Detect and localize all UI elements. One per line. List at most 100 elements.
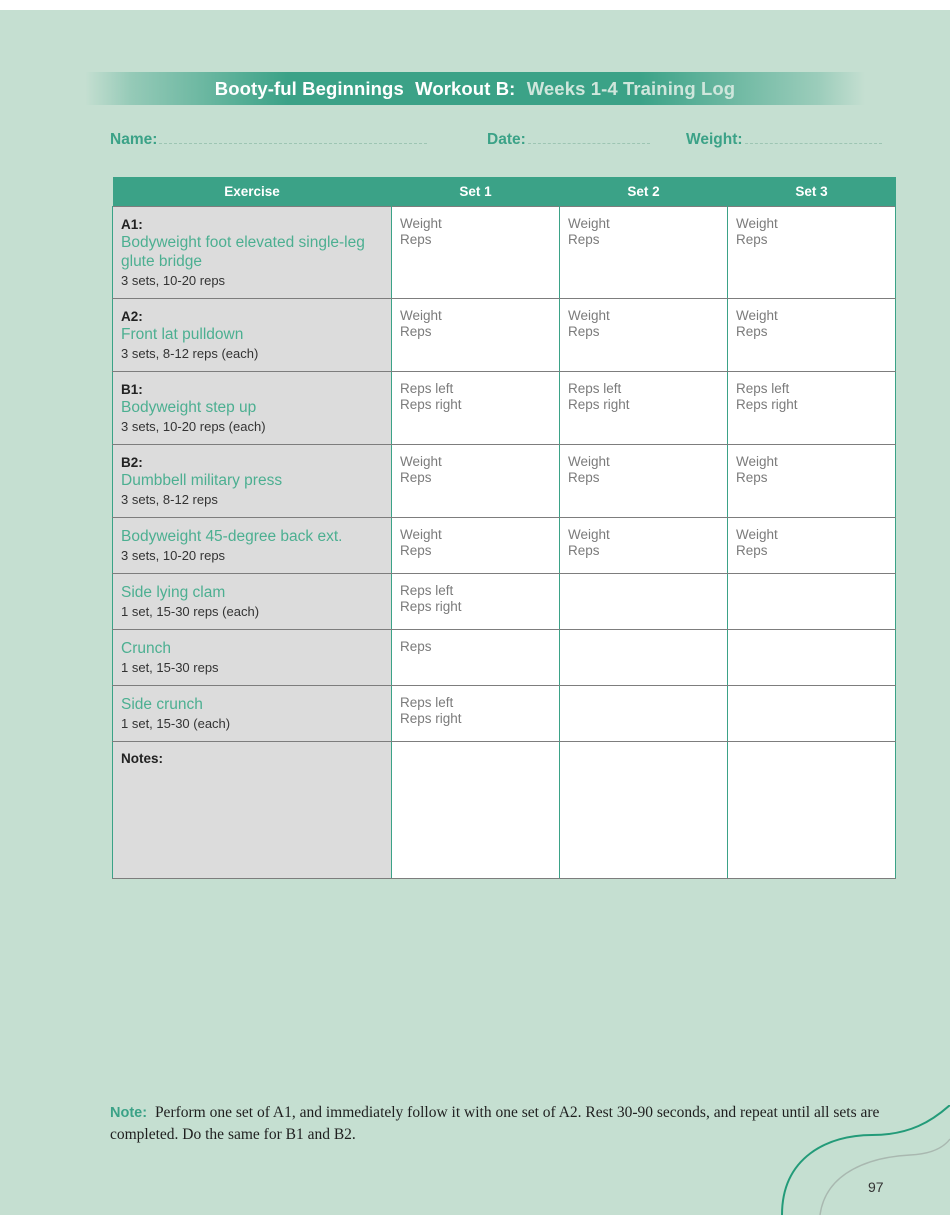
training-log-table: Exercise Set 1 Set 2 Set 3 A1: Bodyweight… [112, 177, 896, 879]
table-row: Side crunch 1 set, 15-30 (each) Reps left R… [112, 685, 896, 742]
date-field[interactable]: Date: [487, 130, 650, 149]
exercise-cell: B1: Bodyweight step up 3 sets, 10-20 reps … [112, 371, 392, 445]
exercise-prescription: 1 set, 15-30 (each) [121, 716, 231, 731]
entry-slot-label: Weight [568, 527, 610, 542]
notes-set-1-cell[interactable] [391, 741, 560, 879]
set-1-cell[interactable]: Weight Reps [391, 206, 560, 299]
exercise-cell: Crunch 1 set, 15-30 reps [112, 629, 392, 686]
form-fields-row: Name: Date: Weight: [110, 130, 900, 152]
notes-set-3-cell[interactable] [727, 741, 896, 879]
set-2-cell[interactable]: Weight Reps [559, 517, 728, 574]
entry-slot-label: Reps [736, 543, 768, 558]
exercise-name: Bodyweight 45-degree back ext. [121, 528, 343, 545]
entry-slot-label: Reps left [400, 381, 454, 396]
exercise-cell: A2: Front lat pulldown 3 sets, 8-12 reps (… [112, 298, 392, 372]
note-label: Note: [110, 1105, 148, 1121]
exercise-prescription: 3 sets, 10-20 reps [121, 548, 226, 563]
set-2-cell[interactable] [559, 573, 728, 630]
exercise-cell: Side crunch 1 set, 15-30 (each) [112, 685, 392, 742]
entry-slot-label: Weight [568, 216, 610, 231]
exercise-name: Side crunch [121, 696, 203, 713]
table-row: B1: Bodyweight step up 3 sets, 10-20 reps … [112, 371, 896, 445]
set-2-cell[interactable]: Weight Reps [559, 444, 728, 518]
set-3-cell[interactable]: Weight Reps [727, 444, 896, 518]
workout-log-page: Booty-ful Beginnings Workout B: Weeks 1-… [0, 10, 950, 1215]
name-field[interactable]: Name: [110, 130, 428, 149]
set-1-cell[interactable]: Reps left Reps right [391, 371, 560, 445]
entry-slot-label: Reps right [736, 397, 798, 412]
entry-slot-label: Reps [568, 543, 600, 558]
exercise-name: Front lat pulldown [121, 326, 244, 343]
date-input-rule[interactable] [527, 130, 650, 144]
exercise-name: Bodyweight step up [121, 399, 257, 416]
entry-slot-label: Reps [568, 232, 600, 247]
set-3-cell[interactable] [727, 629, 896, 686]
corner-flourish-decoration [781, 1105, 950, 1215]
set-3-cell[interactable]: Weight Reps [727, 298, 896, 372]
table-row: Side lying clam 1 set, 15-30 reps (each) R… [112, 573, 896, 630]
title-subtitle: Weeks 1-4 Training Log [526, 77, 736, 99]
table-row: A2: Front lat pulldown 3 sets, 8-12 reps (… [112, 298, 896, 372]
set-1-cell[interactable]: Reps left Reps right [391, 685, 560, 742]
entry-slot-label: Reps [400, 232, 432, 247]
entry-slot-label: Reps left [736, 381, 790, 396]
column-header-set-1: Set 1 [391, 177, 560, 207]
entry-slot-label: Weight [736, 527, 778, 542]
weight-input-rule[interactable] [744, 130, 882, 144]
set-1-cell[interactable]: Reps [391, 629, 560, 686]
exercise-prescription: 1 set, 15-30 reps [121, 660, 219, 675]
exercise-prescription: 3 sets, 10-20 reps (each) [121, 419, 266, 434]
exercise-name: Dumbbell military press [121, 472, 283, 489]
set-3-cell[interactable]: Weight Reps [727, 517, 896, 574]
exercise-name: Crunch [121, 640, 171, 657]
entry-slot-label: Reps left [400, 695, 454, 710]
set-2-cell[interactable] [559, 685, 728, 742]
entry-slot-label: Weight [736, 308, 778, 323]
page-number: 97 [868, 1179, 884, 1195]
entry-slot-label: Reps [400, 324, 432, 339]
set-3-cell[interactable]: Reps left Reps right [727, 371, 896, 445]
entry-slot-label: Reps [568, 324, 600, 339]
table-row: A1: Bodyweight foot elevated single-leg g… [112, 206, 896, 299]
exercise-prescription: 1 set, 15-30 reps (each) [121, 604, 260, 619]
entry-slot-label: Reps [400, 639, 432, 654]
exercise-cell: Side lying clam 1 set, 15-30 reps (each) [112, 573, 392, 630]
weight-field[interactable]: Weight: [686, 130, 882, 149]
entry-slot-label: Reps left [568, 381, 622, 396]
exercise-cell: Bodyweight 45-degree back ext. 3 sets, 10… [112, 517, 392, 574]
set-1-cell[interactable]: Weight Reps [391, 298, 560, 372]
entry-slot-label: Weight [400, 216, 442, 231]
set-2-cell[interactable] [559, 629, 728, 686]
set-1-cell[interactable]: Weight Reps [391, 517, 560, 574]
set-3-cell[interactable]: Weight Reps [727, 206, 896, 299]
entry-slot-label: Reps right [400, 397, 462, 412]
set-3-cell[interactable] [727, 685, 896, 742]
entry-slot-label: Weight [400, 308, 442, 323]
exercise-name: Bodyweight foot elevated single-leg glut… [121, 234, 365, 270]
date-label: Date: [487, 131, 526, 148]
entry-slot-label: Reps right [400, 599, 462, 614]
set-2-cell[interactable]: Reps left Reps right [559, 371, 728, 445]
name-label: Name: [110, 131, 158, 148]
set-2-cell[interactable]: Weight Reps [559, 298, 728, 372]
notes-cell[interactable]: Notes: [112, 741, 392, 879]
name-input-rule[interactable] [159, 130, 428, 144]
set-3-cell[interactable] [727, 573, 896, 630]
exercise-cell: A1: Bodyweight foot elevated single-leg g… [112, 206, 392, 299]
set-1-cell[interactable]: Weight Reps [391, 444, 560, 518]
entry-slot-label: Reps [736, 232, 768, 247]
set-2-cell[interactable]: Weight Reps [559, 206, 728, 299]
column-header-exercise: Exercise [112, 177, 392, 207]
exercise-code: B1: [121, 382, 143, 397]
exercise-name: Side lying clam [121, 584, 226, 601]
exercise-prescription: 3 sets, 8-12 reps (each) [121, 346, 259, 361]
table-row: B2: Dumbbell military press 3 sets, 8-12 r… [112, 444, 896, 518]
set-1-cell[interactable]: Reps left Reps right [391, 573, 560, 630]
title-banner: Booty-ful Beginnings Workout B: Weeks 1-… [85, 72, 865, 105]
exercise-code: B2: [121, 455, 143, 470]
column-header-set-3: Set 3 [727, 177, 896, 207]
entry-slot-label: Reps right [400, 711, 462, 726]
notes-set-2-cell[interactable] [559, 741, 728, 879]
exercise-prescription: 3 sets, 8-12 reps [121, 492, 218, 507]
entry-slot-label: Weight [568, 454, 610, 469]
